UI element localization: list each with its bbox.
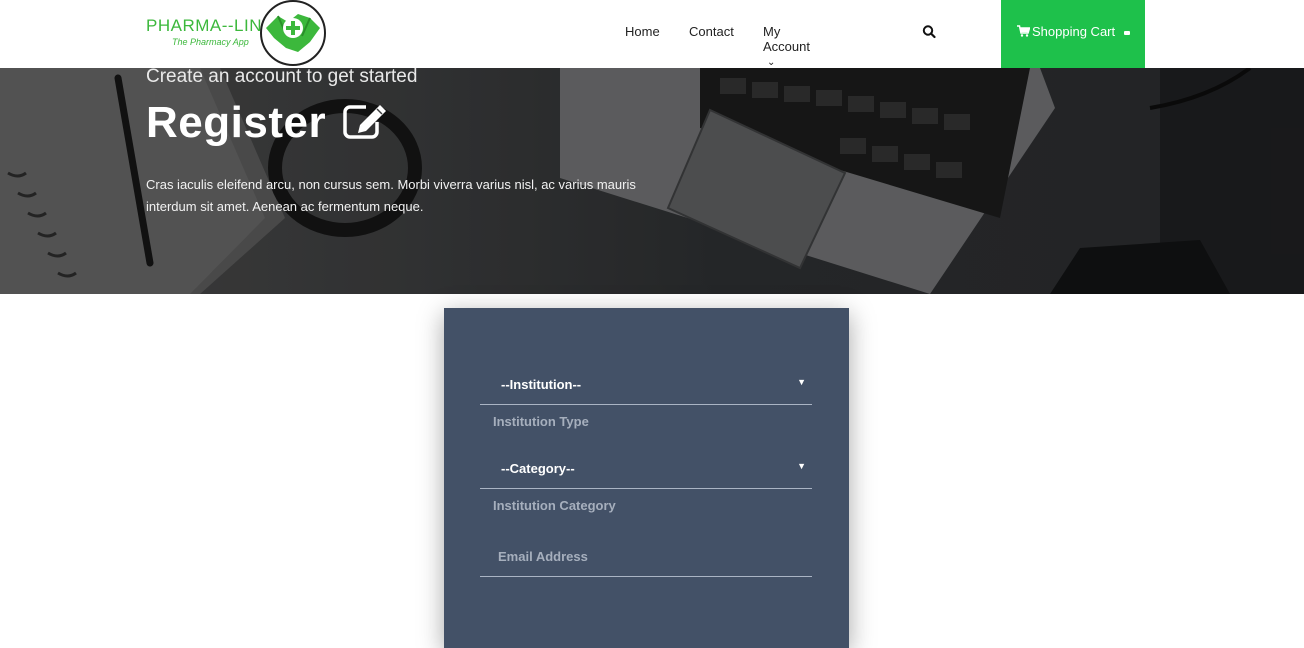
search-icon[interactable] (922, 24, 936, 40)
nav-home[interactable]: Home (625, 24, 660, 39)
register-form-card: --Institution-- ▼ Institution Type --Cat… (444, 308, 849, 648)
handshake-logo-icon (260, 0, 326, 66)
category-select[interactable]: --Category-- ▼ (480, 448, 812, 489)
site-header: PHARMA--LINK The Pharmacy App Home Conta… (0, 0, 1304, 68)
institution-select-value: --Institution-- (501, 377, 582, 392)
hero-description: Cras iaculis eleifend arcu, non cursus s… (146, 177, 636, 214)
brand-tagline: The Pharmacy App (172, 37, 249, 47)
edit-icon (343, 105, 386, 139)
cart-count-badge (1124, 31, 1130, 35)
brand-name: PHARMA--LINK (146, 16, 274, 35)
nav-my-account-label: My Account (763, 24, 810, 54)
nav-contact[interactable]: Contact (689, 24, 734, 39)
shopping-cart-label: Shopping Cart (1032, 24, 1116, 39)
institution-type-label: Institution Type (493, 414, 589, 429)
hero-banner: Create an account to get started Registe… (0, 68, 1304, 294)
hero-subtitle: Create an account to get started (146, 68, 418, 87)
caret-down-icon: ▼ (797, 461, 806, 471)
caret-down-icon: ▼ (797, 377, 806, 387)
brand-logo[interactable]: PHARMA--LINK The Pharmacy App (146, 0, 328, 68)
shopping-cart-button[interactable]: Shopping Cart (1001, 0, 1145, 68)
institution-category-label: Institution Category (493, 498, 616, 513)
email-field-wrapper (480, 536, 812, 577)
chevron-down-icon: ⌄ (767, 57, 776, 68)
page-title: Register (146, 98, 327, 147)
cart-icon (1017, 25, 1030, 37)
email-field[interactable] (480, 536, 812, 576)
nav-my-account[interactable]: My Account ⌄ (763, 24, 810, 69)
category-select-value: --Category-- (501, 461, 575, 476)
institution-select[interactable]: --Institution-- ▼ (480, 364, 812, 405)
